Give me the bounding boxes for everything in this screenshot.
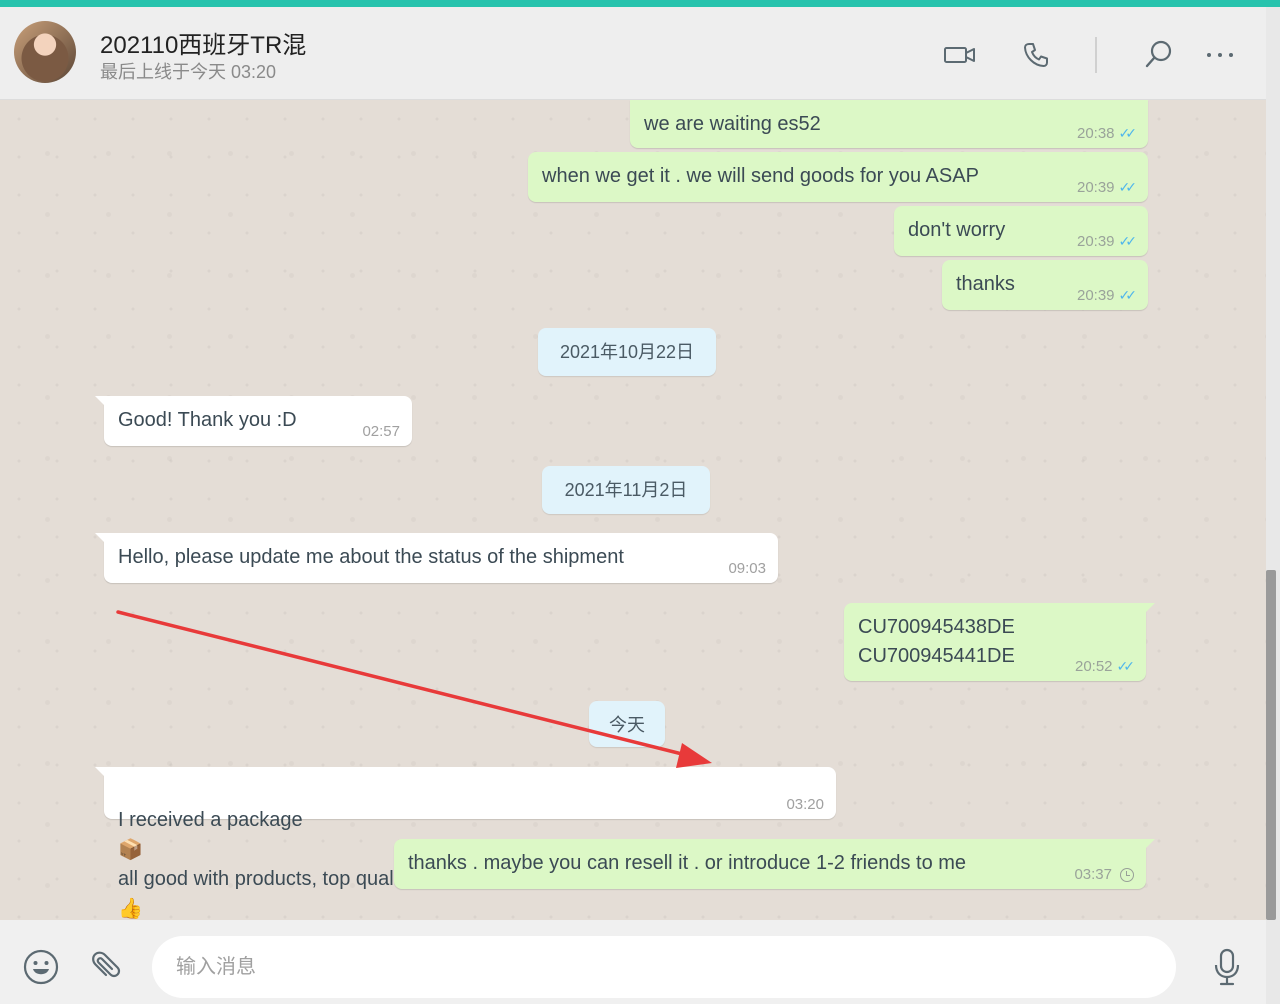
chat-header: 202110西班牙TR混 最后上线于今天 03:20: [0, 7, 1266, 100]
composer-bar: [0, 920, 1266, 1004]
message-time: 20:39: [1076, 179, 1115, 196]
more-options-icon[interactable]: [1200, 35, 1240, 75]
message-input[interactable]: [152, 936, 1176, 998]
header-divider: [1095, 37, 1097, 73]
read-receipt-icon: ✓✓: [1118, 125, 1138, 141]
read-receipt-icon: ✓✓: [1118, 233, 1138, 249]
emoji-icon[interactable]: [20, 946, 62, 988]
message-time: 20:39: [1076, 287, 1115, 304]
message-text-part: I received a package: [118, 809, 303, 831]
read-receipt-icon: ✓✓: [1118, 287, 1138, 303]
message-text-part: all good with products, top quality: [118, 868, 414, 890]
search-icon[interactable]: [1138, 35, 1178, 75]
message-text: we are waiting es52: [644, 113, 821, 135]
pending-clock-icon: [1120, 867, 1134, 882]
message-text: Good! Thank you :D: [118, 409, 297, 431]
message-incoming[interactable]: Good! Thank you :D 02:57: [95, 396, 412, 446]
message-outgoing[interactable]: thanks 20:39 ✓✓: [942, 260, 1148, 310]
message-time: 02:57: [362, 423, 400, 440]
message-time: 03:20: [786, 796, 824, 813]
date-separator: 2021年11月2日: [542, 466, 710, 514]
message-time: 20:38: [1076, 125, 1115, 142]
date-separator: 2021年10月22日: [538, 328, 716, 376]
message-time: 20:52: [1074, 658, 1113, 675]
message-time: 20:39: [1076, 233, 1115, 250]
message-text: Hello, please update me about the status…: [118, 546, 624, 568]
contact-name[interactable]: 202110西班牙TR混: [100, 25, 306, 60]
message-outgoing[interactable]: don't worry 20:39 ✓✓: [894, 206, 1148, 256]
microphone-icon[interactable]: [1206, 946, 1248, 988]
video-call-icon[interactable]: [940, 35, 980, 75]
message-list[interactable]: we are waiting es52 20:38 ✓✓ when we get …: [0, 100, 1266, 920]
message-incoming[interactable]: I received a package 📦 all good with pro…: [95, 767, 836, 920]
thumbs-up-emoji-icon: 👍: [118, 896, 143, 920]
message-incoming[interactable]: Hello, please update me about the status…: [95, 533, 778, 583]
window-accent-bar: [0, 0, 1280, 7]
message-outgoing[interactable]: we are waiting es52 20:38 ✓✓: [630, 100, 1148, 148]
attach-icon[interactable]: [84, 946, 126, 988]
contact-avatar[interactable]: [14, 21, 76, 83]
contact-last-seen: 最后上线于今天 03:20: [100, 62, 277, 82]
package-emoji-icon: 📦: [118, 837, 143, 861]
read-receipt-icon: ✓✓: [1116, 658, 1136, 674]
message-text: when we get it . we will send goods for …: [542, 165, 979, 187]
voice-call-icon[interactable]: [1016, 35, 1056, 75]
message-outgoing[interactable]: CU700945438DE CU700945441DE 20:52 ✓✓: [844, 603, 1155, 681]
date-separator: 今天: [589, 701, 665, 747]
message-time: 09:03: [728, 560, 766, 577]
read-receipt-icon: ✓✓: [1118, 179, 1138, 195]
message-text: thanks . maybe you can resell it . or in…: [408, 852, 967, 874]
message-time: 03:37: [1074, 866, 1112, 883]
message-outgoing[interactable]: thanks . maybe you can resell it . or in…: [394, 839, 1155, 889]
scrollbar-thumb[interactable]: [1266, 570, 1276, 920]
message-outgoing[interactable]: when we get it . we will send goods for …: [528, 152, 1148, 202]
